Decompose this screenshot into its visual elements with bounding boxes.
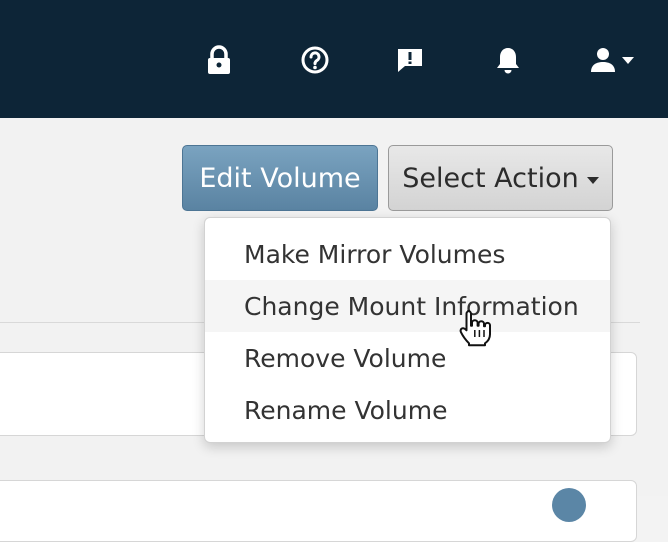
menu-item-remove-volume[interactable]: Remove Volume bbox=[205, 332, 610, 384]
caret-down-icon bbox=[586, 176, 599, 184]
top-navigation-bar bbox=[0, 0, 668, 118]
content-panel bbox=[0, 480, 637, 542]
lock-icon[interactable] bbox=[199, 40, 239, 80]
info-icon[interactable] bbox=[552, 488, 586, 522]
action-dropdown-menu: Make Mirror Volumes Change Mount Informa… bbox=[204, 217, 611, 443]
menu-item-rename-volume[interactable]: Rename Volume bbox=[205, 384, 610, 436]
menu-item-make-mirror-volumes[interactable]: Make Mirror Volumes bbox=[205, 228, 610, 280]
help-icon[interactable] bbox=[295, 40, 335, 80]
menu-item-label: Make Mirror Volumes bbox=[244, 239, 506, 269]
menu-item-label: Change Mount Information bbox=[244, 291, 579, 321]
select-action-label: Select Action bbox=[402, 162, 579, 194]
edit-volume-button[interactable]: Edit Volume bbox=[182, 145, 378, 211]
menu-item-label: Rename Volume bbox=[244, 395, 448, 425]
select-action-button[interactable]: Select Action bbox=[388, 145, 613, 211]
bell-icon[interactable] bbox=[488, 40, 528, 80]
feedback-icon[interactable] bbox=[390, 40, 430, 80]
caret-down-icon[interactable] bbox=[616, 40, 640, 80]
menu-item-label: Remove Volume bbox=[244, 343, 447, 373]
menu-item-change-mount-information[interactable]: Change Mount Information bbox=[205, 280, 610, 332]
hand-pointer-icon bbox=[459, 309, 493, 351]
edit-volume-label: Edit Volume bbox=[199, 162, 361, 194]
